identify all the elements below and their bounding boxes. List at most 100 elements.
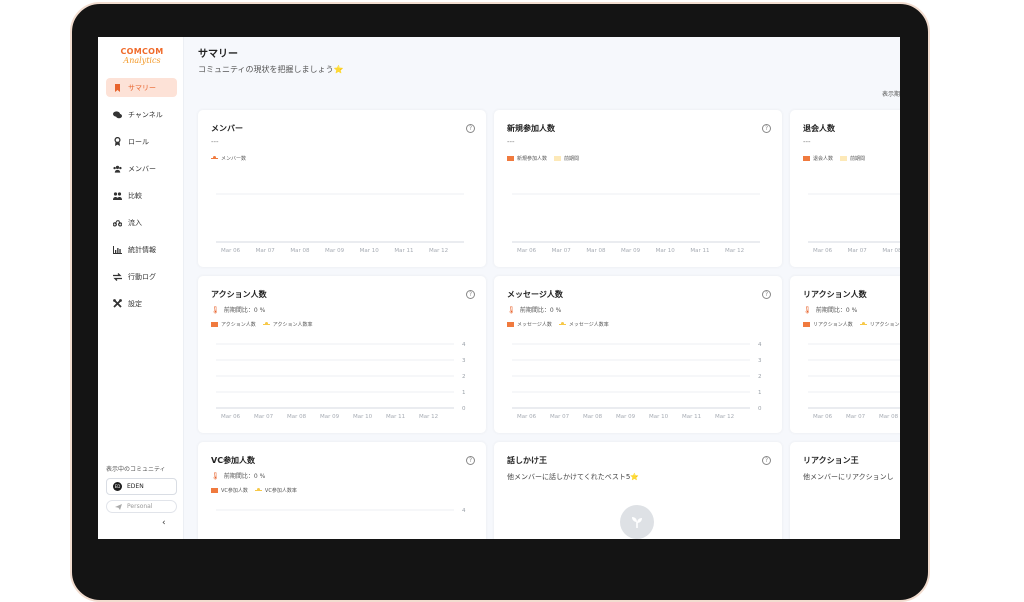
x-tick-label: Mar 12 xyxy=(419,414,438,420)
chart-legend: アクション人数 アクション人数率 xyxy=(211,321,320,328)
help-icon[interactable]: ? xyxy=(762,456,771,465)
comparison-text: 前期間比：0 % xyxy=(815,307,858,314)
main-content: サマリー コミュニティの現状を把握しましょう⭐ 表示期 メンバー ? --- メ… xyxy=(184,37,900,539)
card-action-users: アクション人数 ? 🌡 前期間比：0 % アクション人数 アクション人数率 4 3… xyxy=(198,276,486,433)
sidebar-item-label: ロール xyxy=(128,137,149,146)
sidebar-item-inflow[interactable]: 流入 xyxy=(106,213,177,232)
sidebar-item-log[interactable]: 行動ログ xyxy=(106,267,177,286)
members-icon xyxy=(113,164,122,173)
card-reaction-king: リアクション王 他メンバーにリアクションし xyxy=(790,442,900,539)
chart-legend: リアクション人数 リアクション xyxy=(803,321,900,328)
sidebar-item-members[interactable]: メンバー xyxy=(106,159,177,178)
x-tick-label: Mar 06 xyxy=(517,414,537,420)
app-window: COMCOM Analytics サマリー チャンネル ロール メンバー 比較 … xyxy=(98,37,900,539)
legend-label: 前期間 xyxy=(850,156,866,162)
legend-label: 新規参加人数 xyxy=(517,156,548,162)
legend-item[interactable]: VC参加人数率 xyxy=(254,487,297,494)
legend-item[interactable]: 前期間 xyxy=(554,155,579,162)
legend-bar-swatch xyxy=(840,156,848,161)
legend-item[interactable]: VC参加人数 xyxy=(211,487,248,494)
card-leaves: 退会人数 ? --- 退会人数 前期間 Mar 06Mar 07Mar 08Ma… xyxy=(790,110,900,267)
legend-item[interactable]: アクション人数率 xyxy=(262,321,313,328)
help-icon[interactable]: ? xyxy=(466,290,475,299)
sidebar-item-compare[interactable]: 比較 xyxy=(106,186,177,205)
x-tick-label: Mar 07 xyxy=(254,414,274,420)
legend-bar-swatch xyxy=(803,156,810,161)
chart-legend: メンバー数 xyxy=(211,155,253,162)
community-selector[interactable]: ED EDEN xyxy=(106,478,177,495)
period-comparison: 🌡 前期間比：0 % xyxy=(507,305,562,315)
x-tick-label: Mar 09 xyxy=(616,414,636,420)
legend-label: メンバー数 xyxy=(221,156,247,162)
sidebar-item-stats[interactable]: 統計情報 xyxy=(106,240,177,259)
x-tick-label: Mar 10 xyxy=(353,414,373,420)
sidebar-item-label: 流入 xyxy=(128,218,142,227)
sidebar-item-channel[interactable]: チャンネル xyxy=(106,105,177,124)
combo-chart: 4 3 2 1 0 Mar 06 Mar 07 Mar 08 Mar 09 Mar 10 Mar 1… xyxy=(512,342,762,420)
card-title: リアクション王 xyxy=(803,456,859,465)
send-icon xyxy=(115,503,122,510)
comparison-text: 前期間比：0 % xyxy=(519,307,562,314)
x-tick-label: Mar 12 xyxy=(429,248,448,254)
role-icon xyxy=(113,137,122,146)
sidebar-item-summary[interactable]: サマリー xyxy=(106,78,177,97)
help-icon[interactable]: ? xyxy=(762,290,771,299)
help-icon[interactable]: ? xyxy=(762,124,771,133)
y-tick-label: 4 xyxy=(758,342,762,348)
log-icon xyxy=(113,272,122,281)
legend-label: VC参加人数 xyxy=(221,488,248,494)
x-tick-label: Mar 11 xyxy=(682,414,701,420)
x-tick-label: Mar 11 xyxy=(690,248,709,254)
x-tick-label: Mar 10 xyxy=(649,414,669,420)
x-tick-label: Mar 08 xyxy=(586,248,606,254)
card-title: VC参加人数 xyxy=(211,456,256,465)
x-tick-label: Mar 07 xyxy=(256,248,276,254)
legend-item[interactable]: リアクション人数 xyxy=(803,321,853,328)
x-tick-label: Mar 07 xyxy=(552,248,572,254)
legend-item[interactable]: 前期間 xyxy=(840,155,865,162)
chart-legend: 退会人数 前期間 xyxy=(803,155,872,162)
inflow-icon xyxy=(113,218,122,227)
community-avatar: ED xyxy=(113,482,122,491)
compare-icon xyxy=(113,191,122,200)
legend-item[interactable]: リアクション xyxy=(859,321,900,328)
x-tick-label: Mar 06 xyxy=(813,414,833,420)
personal-button[interactable]: Personal xyxy=(106,500,177,513)
legend-bar-swatch xyxy=(507,322,514,327)
card-value: --- xyxy=(211,138,219,146)
chart-legend: 新規参加人数 前期間 xyxy=(507,155,586,162)
bar-chart: Mar 06Mar 07Mar 08Mar 09Mar 10Mar 11Mar … xyxy=(808,193,900,254)
card-message-users: メッセージ人数 ? 🌡 前期間比：0 % メッセージ人数 メッセージ人数率 4 3… xyxy=(494,276,782,433)
legend-line-swatch xyxy=(211,156,218,159)
app-logo[interactable]: COMCOM Analytics xyxy=(114,47,170,67)
period-comparison: 🌡 前期間比：0 % xyxy=(211,305,265,315)
sidebar-item-role[interactable]: ロール xyxy=(106,132,177,151)
y-tick-label: 1 xyxy=(758,390,762,396)
legend-item[interactable]: メッセージ人数 xyxy=(507,321,552,328)
sidebar: COMCOM Analytics サマリー チャンネル ロール メンバー 比較 … xyxy=(98,37,184,539)
legend-item[interactable]: 退会人数 xyxy=(803,155,833,162)
combo-chart: 4 3 2 1 0 Mar 06 Mar 07 Mar 08 Mar 09 Mar 10 Mar 1… xyxy=(216,342,466,420)
legend-item[interactable]: メッセージ人数率 xyxy=(558,321,609,328)
legend-item[interactable]: アクション人数 xyxy=(211,321,256,328)
legend-bar-swatch xyxy=(803,322,810,327)
y-tick-label: 0 xyxy=(758,406,762,412)
sidebar-item-settings[interactable]: 設定 xyxy=(106,294,177,313)
help-icon[interactable]: ? xyxy=(466,456,475,465)
legend-bar-swatch xyxy=(554,156,562,161)
period-label[interactable]: 表示期 xyxy=(882,89,900,98)
card-title: メッセージ人数 xyxy=(507,290,563,299)
sidebar-item-label: 統計情報 xyxy=(128,245,156,254)
x-tick-label: Mar 07 xyxy=(846,414,866,420)
legend-item[interactable]: メンバー数 xyxy=(211,155,246,162)
settings-icon xyxy=(113,299,122,308)
x-tick-label: Mar 06 xyxy=(221,414,241,420)
x-tick-label: Mar 06 xyxy=(813,248,833,254)
collapse-sidebar-button[interactable]: ‹ xyxy=(162,518,166,528)
card-value: --- xyxy=(803,138,811,146)
thermometer-icon: 🌡 xyxy=(803,305,812,314)
x-tick-label: Mar 08 xyxy=(879,414,899,420)
legend-item[interactable]: 新規参加人数 xyxy=(507,155,547,162)
card-title: 新規参加人数 xyxy=(507,124,555,133)
help-icon[interactable]: ? xyxy=(466,124,475,133)
